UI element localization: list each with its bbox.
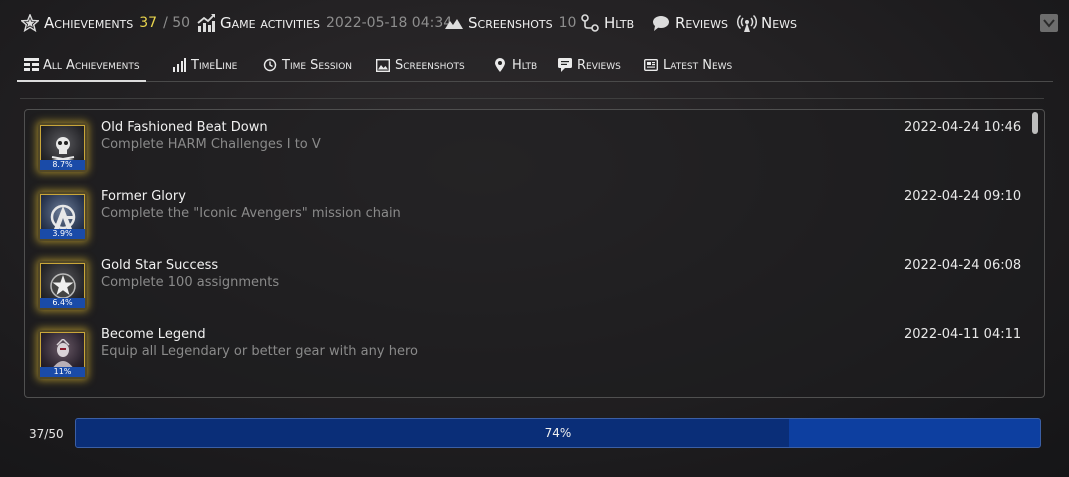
- game-activities-link[interactable]: Game activities 2022-05-18 04:34: [196, 12, 452, 34]
- rarity-percent: 6.4%: [40, 298, 85, 308]
- chevron-down-icon: [1043, 19, 1055, 28]
- tab-label: All Achievements: [43, 57, 140, 73]
- tab-label: TimeLine: [191, 57, 238, 73]
- rarity-percent: 11%: [40, 367, 85, 377]
- screenshots-summary[interactable]: Screenshots 10: [444, 12, 576, 34]
- rarity-percent: 8.7%: [40, 160, 85, 170]
- achievement-list[interactable]: 8.7% Old Fashioned Beat Down Complete HA…: [24, 109, 1045, 398]
- tab-reviews[interactable]: Reviews: [551, 50, 627, 80]
- tab-timeline[interactable]: TimeLine: [165, 50, 243, 80]
- achievement-description: Complete 100 assignments: [101, 275, 280, 290]
- achievements-summary[interactable]: Achievements 37 / 50: [20, 12, 190, 34]
- game-activities-label: Game activities: [220, 14, 320, 32]
- map-pin-icon: [492, 57, 508, 73]
- achievement-title: Former Glory: [101, 189, 186, 204]
- image-icon: [375, 57, 391, 73]
- achievement-title: Gold Star Success: [101, 258, 219, 273]
- reviews-link[interactable]: Reviews: [651, 12, 728, 34]
- bar-chart-icon: [171, 57, 187, 73]
- achievements-total-count: / 50: [163, 15, 191, 31]
- achievement-date: 2022-04-24 09:10: [904, 189, 1022, 204]
- comment-icon: [557, 57, 573, 73]
- achievement-description: Complete the "Iconic Avengers" mission c…: [101, 206, 401, 221]
- achievement-badge: 11%: [38, 330, 87, 379]
- list-icon: [23, 57, 39, 73]
- tab-label: Reviews: [577, 57, 621, 73]
- newspaper-icon: [643, 57, 659, 73]
- achievement-row[interactable]: 3.9% Former Glory Complete the "Iconic A…: [25, 179, 1030, 248]
- achievement-date: 2022-04-24 10:46: [904, 120, 1022, 135]
- history-icon: [262, 57, 278, 73]
- rarity-percent: 3.9%: [40, 229, 85, 239]
- chat-bubble-icon: [651, 13, 671, 33]
- divider: [20, 98, 1044, 99]
- news-label: News: [761, 14, 798, 32]
- achievement-date: 2022-04-24 06:08: [904, 258, 1022, 273]
- landscape-icon: [444, 13, 464, 33]
- tab-all-achievements[interactable]: All Achievements: [17, 50, 146, 82]
- achievement-row[interactable]: 11% Become Legend Equip all Legendary or…: [25, 317, 1030, 386]
- route-icon: [580, 13, 600, 33]
- tab-bar: All Achievements TimeLine Time Session S…: [17, 50, 1053, 82]
- star-icon: [20, 13, 40, 33]
- tab-hltb[interactable]: Hltb: [486, 50, 543, 80]
- tab-label: Latest News: [663, 57, 733, 73]
- list-scrollbar[interactable]: [1032, 112, 1038, 134]
- achievement-title: Become Legend: [101, 327, 206, 342]
- reviews-label: Reviews: [675, 14, 728, 32]
- screenshots-label: Screenshots: [468, 14, 553, 32]
- achievement-row[interactable]: 6.4% Gold Star Success Complete 100 assi…: [25, 248, 1030, 317]
- achievement-description: Complete HARM Challenges I to V: [101, 137, 321, 152]
- achievement-badge: 6.4%: [38, 261, 87, 310]
- progress-percent: 74%: [544, 426, 572, 440]
- tab-label: Hltb: [512, 57, 538, 73]
- achievement-badge: 8.7%: [38, 123, 87, 172]
- game-activities-date: 2022-05-18 04:34: [326, 15, 453, 31]
- achievement-badge: 3.9%: [38, 192, 87, 241]
- achievements-unlocked-count: 37: [139, 15, 158, 31]
- hltb-label: Hltb: [604, 14, 635, 32]
- news-link[interactable]: News: [737, 12, 797, 34]
- achievement-description: Equip all Legendary or better gear with …: [101, 344, 418, 359]
- tab-screenshots[interactable]: Screenshots: [369, 50, 471, 80]
- achievement-row[interactable]: 8.7% Old Fashioned Beat Down Complete HA…: [25, 110, 1030, 179]
- hltb-link[interactable]: Hltb: [580, 12, 634, 34]
- collapse-button[interactable]: [1040, 14, 1058, 32]
- tab-label: Screenshots: [395, 57, 465, 73]
- achievements-label: Achievements: [44, 14, 134, 32]
- progress-label: 37/50: [29, 427, 64, 441]
- tab-latest-news[interactable]: Latest News: [637, 50, 738, 80]
- achievement-date: 2022-04-11 04:11: [904, 327, 1022, 342]
- achievement-progress-bar: 74%: [75, 418, 1041, 448]
- trend-chart-icon: [196, 13, 216, 33]
- tab-time-session[interactable]: Time Session: [256, 50, 358, 80]
- tab-label: Time Session: [282, 57, 353, 73]
- top-bar: Achievements 37 / 50 Game activities 202…: [0, 0, 1069, 46]
- achievement-title: Old Fashioned Beat Down: [101, 120, 268, 135]
- screenshots-count: 10: [558, 15, 577, 31]
- broadcast-icon: [737, 13, 757, 33]
